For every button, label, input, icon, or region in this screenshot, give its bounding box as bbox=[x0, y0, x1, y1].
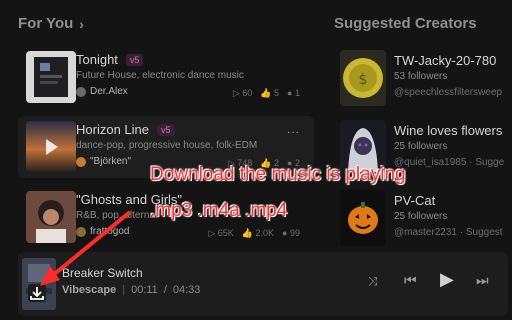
annotation-arrow bbox=[40, 210, 132, 286]
annotation-text-line1: Download the music is playing bbox=[150, 164, 406, 185]
annotation-text-line2: .mp3 .m4a .mp4 bbox=[150, 200, 288, 221]
